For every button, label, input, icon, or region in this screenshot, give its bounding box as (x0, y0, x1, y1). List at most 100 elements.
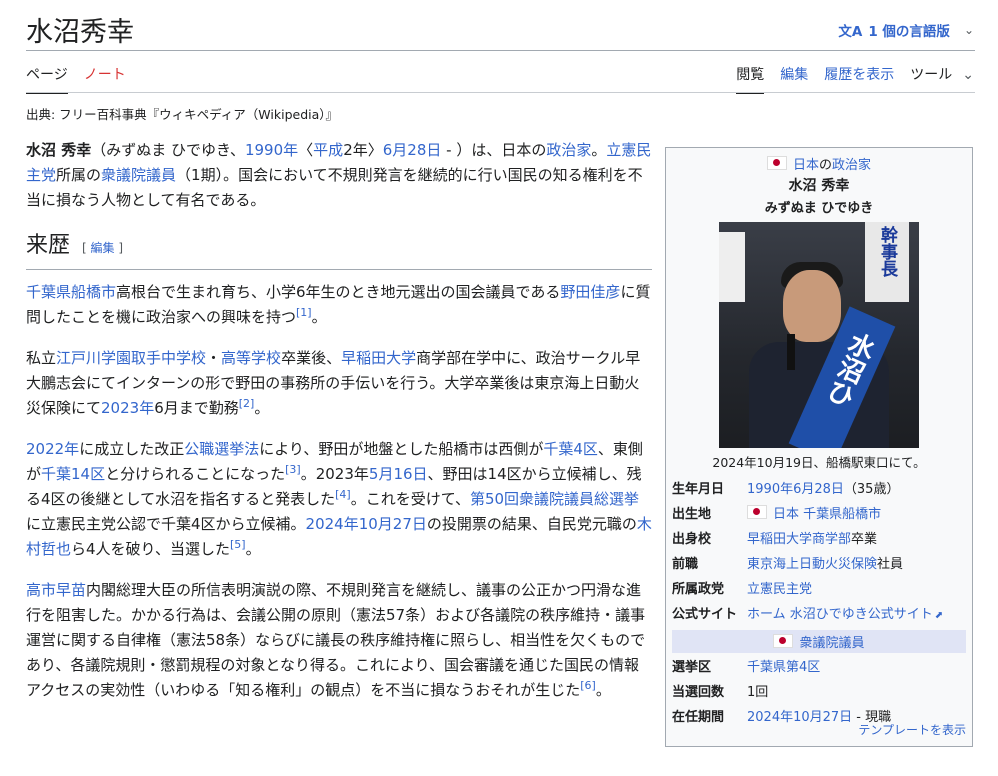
paragraph-3: 2022年に成立した改正公職選挙法により、野田が地盤とした船橋市は西側が千葉4区… (26, 437, 652, 562)
row-value: 1回 (747, 685, 769, 700)
link[interactable]: 野田佳彦 (560, 283, 620, 301)
link[interactable]: 千葉4区 (543, 440, 598, 458)
title-divider (26, 50, 975, 51)
text: ら4人を破り、当選した (71, 540, 230, 558)
tabs-divider (26, 92, 975, 93)
row-link[interactable]: 日本 千葉県船橋市 (773, 507, 881, 522)
photo-sign-left (719, 232, 745, 302)
tab-history[interactable]: 履歴を表示 (824, 64, 894, 94)
link[interactable]: 高市早苗 (26, 581, 86, 599)
tab-talk[interactable]: ノート (84, 64, 126, 94)
text: （みずぬま ひでゆき、 (91, 141, 245, 159)
infobox-header: 日本の政治家 (666, 154, 972, 173)
link[interactable]: 政治家 (546, 141, 591, 159)
tab-page[interactable]: ページ (26, 64, 68, 94)
link[interactable]: 平成 (313, 141, 343, 159)
link[interactable]: 衆議院議員 (101, 166, 176, 184)
external-link[interactable]: ホーム 水沼ひでゆき公式サイト (747, 607, 943, 622)
language-button[interactable]: 文A 1 個の言語版 ⌄ (838, 20, 974, 40)
reference[interactable]: [2] (239, 397, 255, 410)
photo-sign-text: 幹事長 (877, 226, 897, 277)
row-link[interactable]: 早稲田大学商学部 (747, 532, 851, 547)
text: 。 (254, 399, 270, 417)
subject-name: 水沼 秀幸 (26, 141, 92, 159)
section-edit-link[interactable]: [ 編集 ] (82, 241, 123, 255)
link[interactable]: 2022年 (26, 440, 79, 458)
link[interactable]: 1990年 (245, 141, 298, 159)
text: 。 (311, 308, 327, 326)
reference[interactable]: [6] (580, 679, 596, 692)
tab-read[interactable]: 閲覧 (736, 64, 765, 94)
namespace-tabs: ページ ノート (26, 64, 142, 94)
row-link[interactable]: 立憲民主党 (747, 582, 812, 597)
section-title: 来歴 (26, 233, 71, 258)
text: に成立した改正 (79, 440, 185, 458)
infobox-name: 水沼 秀幸 (788, 178, 850, 194)
link[interactable]: 千葉県船橋市 (26, 283, 116, 301)
row-value: （35歳） (843, 482, 900, 497)
text: - ）は、日本の (441, 141, 547, 159)
japan-flag-icon (747, 505, 767, 519)
intro-paragraph: 水沼 秀幸（みずぬま ひでゆき、1990年〈平成2年〉6月28日 - ）は、日本… (26, 138, 652, 213)
tab-edit[interactable]: 編集 (780, 64, 808, 94)
row-key: 所属政党 (672, 582, 725, 597)
microphone (787, 334, 795, 370)
text: 。 (591, 141, 607, 159)
link[interactable]: 高等学校 (221, 349, 281, 367)
tools-label: ツール (910, 67, 953, 83)
text: 2年〉 (343, 141, 383, 159)
text: に立憲民主党公認で千葉4区から立候補。 (26, 515, 306, 533)
text: 〈 (298, 141, 314, 159)
link[interactable]: 2023年 (101, 399, 154, 417)
link[interactable]: 6月28日 (383, 141, 442, 159)
row-key: 出生地 (672, 507, 712, 522)
text: ・ (206, 349, 222, 367)
reference[interactable]: [4] (335, 488, 351, 501)
text: 。2023年 (300, 465, 369, 483)
row-link[interactable]: 東京海上日動火災保険 (747, 557, 877, 572)
infobox-row-wins: 当選回数 1回 (666, 680, 972, 705)
infobox-row-website: 公式サイト ホーム 水沼ひでゆき公式サイト (666, 602, 972, 628)
link[interactable]: 早稲田大学 (341, 349, 416, 367)
paragraph-4: 高市早苗内閣総理大臣の所信表明演説の際、不規則発言を継続し、議事の公正かつ円滑な… (26, 578, 652, 703)
link[interactable]: 5月16日 (369, 465, 428, 483)
tab-tools[interactable]: ツール ⌄ (910, 64, 974, 94)
link[interactable]: 公職選挙法 (184, 440, 259, 458)
chevron-down-icon: ⌄ (963, 23, 974, 37)
portrait-photo[interactable]: 幹事長 水沼ひ (719, 222, 919, 448)
text: 高根台で生まれ育ち、小学6年生のとき地元選出の国会議員である (116, 283, 561, 301)
link[interactable]: 第50回衆議院議員総選挙 (470, 490, 639, 508)
text: 卒業後、 (281, 349, 342, 367)
edit-link[interactable]: 編集 (91, 241, 115, 255)
reference[interactable]: [1] (296, 306, 312, 319)
reference[interactable]: [5] (230, 538, 246, 551)
row-key: 選挙区 (672, 660, 712, 675)
section-heading: 来歴 [ 編集 ] (26, 231, 652, 270)
infobox-row-birth: 生年月日 1990年6月28日（35歳） (666, 477, 972, 502)
country-link[interactable]: 日本 (793, 158, 819, 173)
japan-flag-icon (773, 634, 794, 648)
row-link[interactable]: 千葉県第4区 (747, 660, 820, 675)
row-value: 卒業 (851, 532, 878, 547)
text: の投開票の結果、自民党元職の (426, 515, 637, 533)
role-link[interactable]: 政治家 (832, 158, 871, 173)
text: により、野田が地盤とした船橋市は西側が (259, 440, 544, 458)
text: 6月まで勤務 (154, 399, 239, 417)
link[interactable]: 2024年10月27日 (306, 515, 427, 533)
chevron-down-icon: ⌄ (962, 67, 974, 83)
row-link[interactable]: 2024年10月27日 (747, 710, 852, 725)
infobox-row-birthplace: 出生地 日本 千葉県船橋市 (666, 502, 972, 527)
paragraph-2: 私立江戸川学園取手中学校・高等学校卒業後、早稲田大学商学部在学中に、政治サークル… (26, 346, 652, 421)
infobox: 日本の政治家 水沼 秀幸 みずぬま ひでゆき 幹事長 水沼ひ 2024年10月1… (665, 147, 973, 747)
language-button-label: 1 個の言語版 (868, 24, 950, 40)
source-line: 出典: フリー百科事典『ウィキペディア（Wikipedia）』 (26, 107, 339, 122)
show-template-link[interactable]: テンプレートを表示 (858, 721, 966, 738)
translate-icon: 文A (838, 24, 863, 40)
reference[interactable]: [3] (285, 463, 301, 476)
link[interactable]: 江戸川学園取手中学校 (56, 349, 206, 367)
infobox-section-head: 衆議院議員 (672, 630, 966, 653)
link[interactable]: 千葉14区 (41, 465, 105, 483)
row-link[interactable]: 1990年6月28日 (747, 482, 844, 497)
infobox-row-district: 選挙区 千葉県第4区 (666, 655, 972, 680)
section-head-link[interactable]: 衆議院議員 (799, 636, 864, 651)
